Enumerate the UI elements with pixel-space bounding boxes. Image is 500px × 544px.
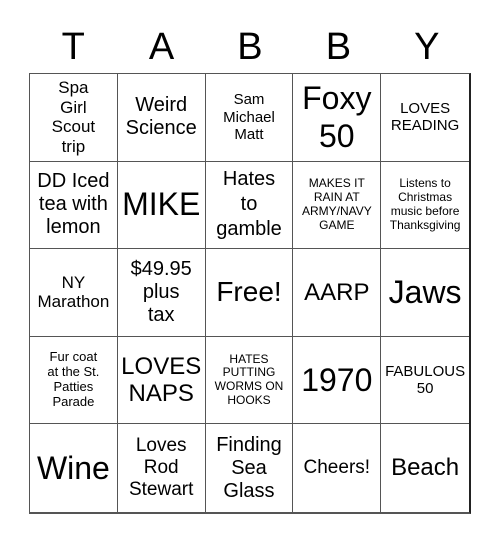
bingo-cell[interactable]: AARP bbox=[293, 249, 382, 337]
bingo-grid: Spa Girl Scout trip Weird Science Sam Mi… bbox=[29, 73, 471, 514]
bingo-cell[interactable]: FABULOUS 50 bbox=[381, 337, 469, 425]
bingo-cell[interactable]: LOVES READING bbox=[381, 74, 469, 162]
bingo-cell[interactable]: NY Marathon bbox=[30, 249, 118, 337]
bingo-cell[interactable]: Hates to gamble bbox=[205, 161, 294, 250]
bingo-cell[interactable]: Sam Michael Matt bbox=[205, 74, 294, 162]
bingo-cell[interactable]: Spa Girl Scout trip bbox=[30, 74, 118, 162]
header-letter: A bbox=[148, 26, 175, 68]
bingo-cell[interactable]: Loves Rod Stewart bbox=[118, 424, 206, 512]
bingo-cell[interactable]: Beach bbox=[381, 424, 469, 512]
bingo-cell[interactable]: Fur coat at the St. Patties Parade bbox=[30, 336, 118, 425]
bingo-cell[interactable]: $49.95 plus tax bbox=[117, 249, 206, 337]
bingo-cell[interactable]: Wine bbox=[30, 424, 118, 512]
bingo-cell[interactable]: MIKE bbox=[117, 161, 206, 250]
bingo-cell[interactable]: HATES PUTTING WORMS ON HOOKS bbox=[205, 336, 294, 425]
bingo-cell[interactable]: Finding Sea Glass bbox=[206, 424, 294, 512]
bingo-header: T A B B Y bbox=[29, 22, 471, 72]
bingo-cell[interactable]: DD Iced tea with lemon bbox=[30, 161, 118, 250]
bingo-cell[interactable]: Cheers! bbox=[293, 424, 382, 512]
header-letter: Y bbox=[414, 26, 440, 68]
header-letter: B bbox=[237, 26, 263, 68]
bingo-cell[interactable]: LOVES NAPS bbox=[117, 336, 206, 425]
bingo-cell[interactable]: Listens to Christmas music before Thanks… bbox=[381, 162, 469, 250]
bingo-cell[interactable]: Jaws bbox=[381, 249, 469, 337]
header-letter: T bbox=[61, 26, 85, 68]
bingo-cell[interactable]: Weird Science bbox=[117, 74, 206, 162]
bingo-cell[interactable]: MAKES IT RAIN AT ARMY/NAVY GAME bbox=[293, 161, 382, 250]
bingo-cell[interactable]: Free! bbox=[205, 249, 294, 337]
bingo-cell[interactable]: 1970 bbox=[293, 336, 382, 425]
bingo-cell[interactable]: Foxy 50 bbox=[293, 74, 382, 162]
header-letter: B bbox=[325, 26, 352, 68]
